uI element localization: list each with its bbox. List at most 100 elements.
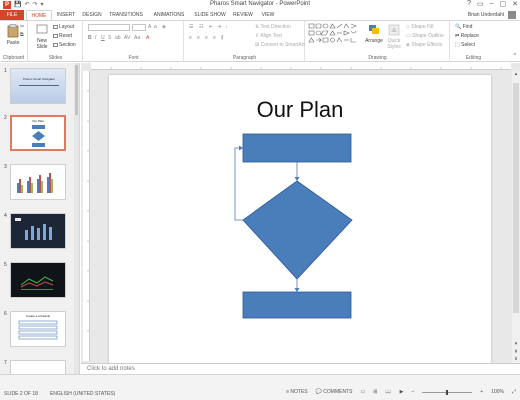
status-bar: SLIDE 2 OF 18 ENGLISH (UNITED STATES) ≡ … <box>0 374 520 400</box>
close-icon[interactable]: ✕ <box>512 0 518 8</box>
scroll-down-icon[interactable]: ▾ <box>513 341 519 347</box>
align-right-icon[interactable]: ≡ <box>205 35 208 41</box>
zoom-slider-knob[interactable] <box>446 389 449 395</box>
tab-view[interactable]: VIEW <box>258 10 278 20</box>
notes-toggle-button[interactable]: ≡ NOTES <box>286 389 308 395</box>
shapes-gallery[interactable] <box>308 23 360 47</box>
tab-transitions[interactable]: TRANSITIONS <box>106 10 146 20</box>
numbering-icon[interactable]: ☷ <box>199 24 203 30</box>
tab-insert[interactable]: INSERT <box>54 10 78 20</box>
align-left-icon[interactable]: ≡ <box>189 35 192 41</box>
connector-loop-back[interactable] <box>234 147 243 221</box>
thumbnail-slide-6[interactable]: 6 Create a schedule <box>0 311 79 363</box>
font-color-icon[interactable]: A <box>146 35 149 41</box>
font-size-box[interactable] <box>132 24 146 31</box>
shape-effects-button[interactable]: ◈ Shape Effects <box>406 42 442 48</box>
shadow-icon[interactable]: S <box>108 35 111 41</box>
font-name-box[interactable] <box>88 24 130 31</box>
zoom-in-icon[interactable]: + <box>480 389 483 395</box>
cut-icon[interactable]: ✂ <box>20 24 24 30</box>
increase-indent-icon[interactable]: ⇥ <box>217 24 221 30</box>
copy-icon[interactable]: ⧉ <box>20 32 24 38</box>
justify-icon[interactable]: ≡ <box>213 35 216 41</box>
thumbnail-slide-4[interactable]: 4 <box>0 213 79 265</box>
bold-icon[interactable]: B <box>88 35 92 41</box>
next-slide-icon[interactable]: ⇟ <box>513 356 519 362</box>
thumbnail-slide-7[interactable]: 7 <box>0 360 79 374</box>
user-account[interactable]: Brian Underdahl <box>468 10 516 20</box>
align-text-button[interactable]: ⇳ Align Text <box>255 33 282 39</box>
normal-view-icon[interactable]: ▭ <box>360 389 365 395</box>
find-icon: 🔍 <box>455 24 463 30</box>
tab-review[interactable]: REVIEW <box>230 10 256 20</box>
quick-styles-button[interactable]: Quick Styles <box>384 24 404 50</box>
tab-animations[interactable]: ANIMATIONS <box>150 10 188 20</box>
convert-smartart-button[interactable]: ⊞ Convert to SmartArt <box>255 42 305 48</box>
bullets-icon[interactable]: ☰ <box>189 24 193 30</box>
arrange-button[interactable]: Arrange <box>364 24 384 44</box>
find-button[interactable]: 🔍 Find <box>455 24 472 30</box>
decrease-indent-icon[interactable]: ⇤ <box>209 24 213 30</box>
notes-placeholder[interactable]: Click to add notes <box>87 366 135 372</box>
reset-button[interactable]: Reset <box>53 33 72 39</box>
notes-pane[interactable]: Click to add notes <box>81 363 520 374</box>
clear-format-icon[interactable]: ◈ <box>162 24 166 30</box>
tab-home[interactable]: HOME <box>26 10 52 20</box>
columns-icon[interactable]: ⫼ <box>221 35 223 41</box>
minimize-icon[interactable]: – <box>490 0 494 8</box>
thumbnail-slide-5[interactable]: 5 <box>0 262 79 314</box>
avatar <box>508 11 516 19</box>
collapse-ribbon-icon[interactable]: ^ <box>514 53 516 59</box>
maximize-icon[interactable]: ▢ <box>500 0 507 8</box>
align-center-icon[interactable]: ≡ <box>197 35 200 41</box>
ribbon: Paste ✂ ⧉ Clipboard New Slide Layout Res… <box>0 20 520 62</box>
help-icon[interactable]: ? <box>467 0 471 8</box>
shape-outline-button[interactable]: ▭ Shape Outline <box>406 33 444 39</box>
text-direction-button[interactable]: ⇅ Text Direction <box>255 24 291 30</box>
slide-scroll-thumb[interactable] <box>513 83 519 313</box>
flowchart-decision-diamond[interactable] <box>242 180 353 280</box>
slide-sorter-icon[interactable]: ⊞ <box>373 389 377 395</box>
flowchart-process-box-top[interactable] <box>242 133 352 163</box>
tab-file[interactable]: FILE <box>0 10 24 20</box>
replace-button[interactable]: ⇄ Replace <box>455 33 479 39</box>
char-spacing-icon[interactable]: AV <box>124 35 130 41</box>
select-button[interactable]: ⬚ Select <box>455 42 475 48</box>
horizontal-ruler <box>91 63 511 70</box>
zoom-out-icon[interactable]: – <box>411 389 414 395</box>
flowchart-process-box-bottom[interactable] <box>242 291 352 319</box>
change-case-icon[interactable]: Aa <box>134 35 140 41</box>
shrink-font-icon[interactable]: a <box>154 24 157 30</box>
line-spacing-icon[interactable]: ↕ <box>225 24 228 30</box>
zoom-slider[interactable] <box>422 389 473 395</box>
section-button[interactable]: Section <box>53 42 76 48</box>
slide-vertical-scrollbar[interactable]: ▴ ▾ ⇞ ⇟ <box>512 71 520 363</box>
ribbon-display-icon[interactable]: ▭ <box>477 0 484 8</box>
slide-canvas[interactable]: Our Plan <box>109 75 491 363</box>
underline-icon[interactable]: U <box>101 35 105 41</box>
status-left: SLIDE 2 OF 18 ENGLISH (UNITED STATES) <box>4 391 115 397</box>
italic-icon[interactable]: I <box>95 35 96 41</box>
strikethrough-icon[interactable]: ab <box>115 35 121 41</box>
thumbnail-slide-2[interactable]: 2 Our Plan <box>0 115 79 167</box>
language-indicator[interactable]: ENGLISH (UNITED STATES) <box>50 391 115 397</box>
paste-label: Paste <box>6 40 20 46</box>
thumbnails-scrollbar[interactable] <box>74 63 79 374</box>
scroll-up-icon[interactable]: ▴ <box>513 71 519 77</box>
shape-fill-button[interactable]: ◇ Shape Fill <box>406 24 433 30</box>
thumbnails-scroll-thumb[interactable] <box>75 65 78 115</box>
tab-slide-show[interactable]: SLIDE SHOW <box>192 10 228 20</box>
grow-font-icon[interactable]: A <box>148 24 151 30</box>
tab-design[interactable]: DESIGN <box>80 10 104 20</box>
slide-show-icon[interactable]: ▶ <box>400 389 404 395</box>
fit-to-window-icon[interactable]: ⤢ <box>512 389 516 395</box>
zoom-level[interactable]: 100% <box>491 389 504 395</box>
layout-button[interactable]: Layout <box>53 24 74 30</box>
previous-slide-icon[interactable]: ⇞ <box>513 349 519 355</box>
thumbnail-slide-3[interactable]: 3 <box>0 164 79 216</box>
comments-toggle-button[interactable]: 💬 COMMENTS <box>316 389 353 395</box>
reading-view-icon[interactable]: 📖 <box>385 389 391 395</box>
thumbnail-slide-1[interactable]: 1 Pharos Smart Navigator <box>0 68 79 120</box>
new-slide-button[interactable]: New Slide <box>32 24 52 50</box>
clipboard-group: Paste ✂ ⧉ Clipboard <box>0 21 28 62</box>
